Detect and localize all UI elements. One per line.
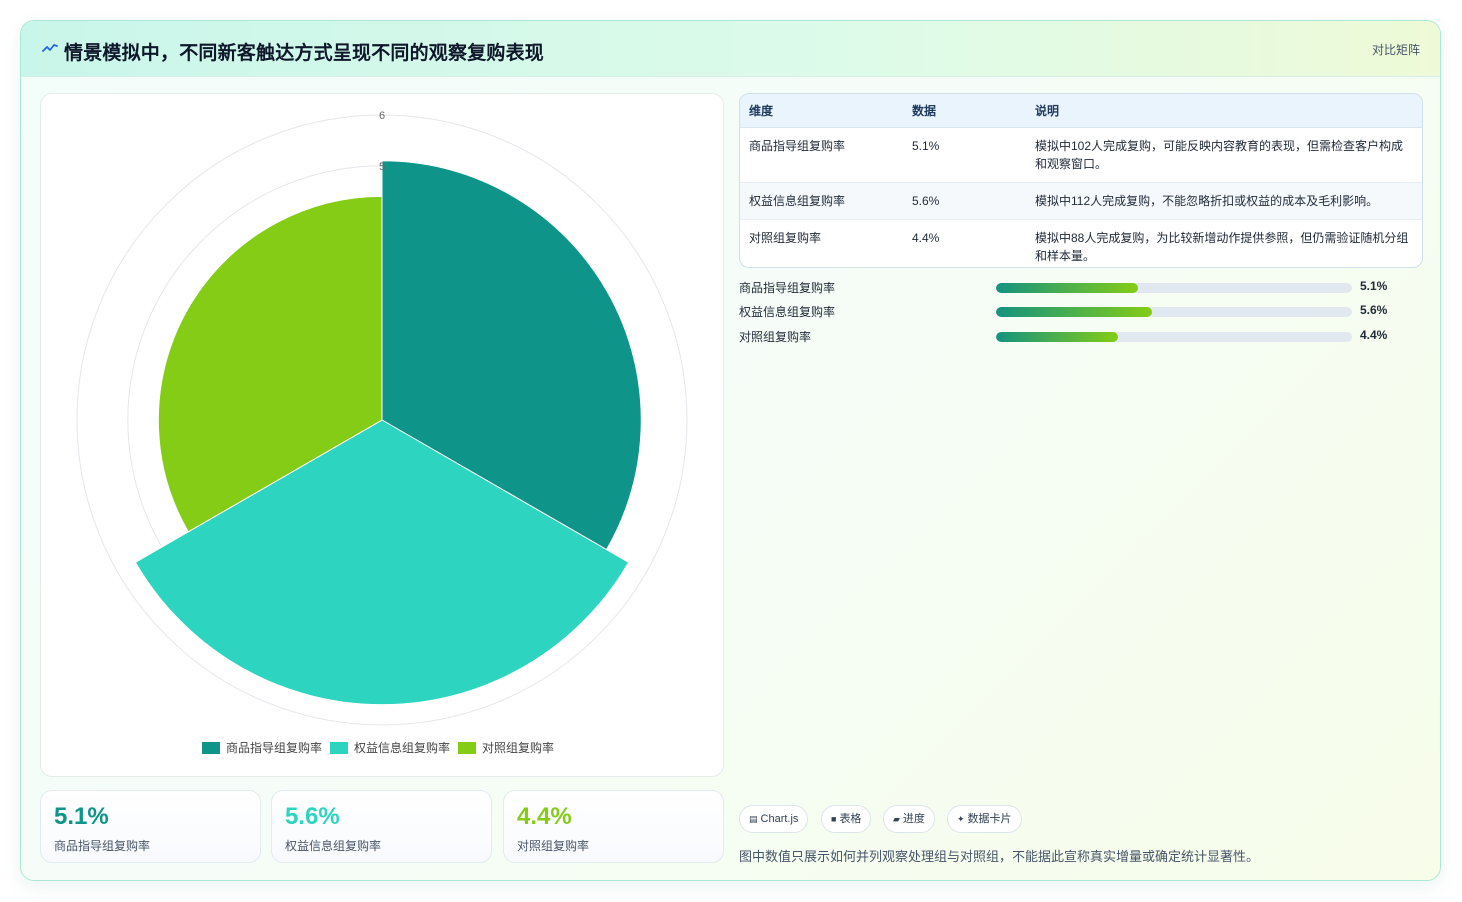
legend-swatch — [458, 742, 476, 754]
chip-label: 进度 — [902, 813, 925, 825]
chip-progress[interactable]: ▰ 进度 — [883, 805, 935, 833]
column-header: 说明 — [1026, 94, 1422, 128]
page-title: 情景模拟中，不同新客触达方式呈现不同的观察复购表现 — [64, 43, 545, 64]
trend-line-icon — [42, 44, 58, 52]
table-icon: ■ — [831, 814, 837, 824]
chart-panel: 5 6 商品指导组复购率 权益信息组复购率 对照组复购率 — [40, 93, 724, 777]
cell-data: 5.6% — [903, 182, 1026, 220]
progress-value: 4.4% — [1360, 328, 1388, 342]
cell-dimension: 权益信息组复购率 — [740, 182, 903, 220]
progress-row: 权益信息组复购率 5.6% — [739, 303, 1423, 321]
footnote: 图中数值只展示如何并列观察处理组与对照组，不能据此宣称真实增量或确定统计显著性。 — [739, 849, 1260, 864]
table-row: 商品指导组复购率 5.1% 模拟中102人完成复购，可能反映内容教育的表现，但需… — [740, 127, 1422, 183]
cell-description: 模拟中88人完成复购，为比较新增动作提供参照，但仍需验证随机分组和样本量。 — [1035, 230, 1409, 263]
stat-card: 5.1% 商品指导组复购率 — [40, 790, 261, 863]
table-row: 权益信息组复购率 5.6% 模拟中112人完成复购，不能忽略折扣或权益的成本及毛… — [740, 182, 1422, 220]
progress-row: 商品指导组复购率 5.1% — [739, 279, 1423, 297]
progress-label: 权益信息组复购率 — [739, 305, 836, 319]
chip-label: Chart.js — [760, 813, 799, 825]
legend-label: 商品指导组复购率 — [226, 740, 322, 755]
cell-dimension: 商品指导组复购率 — [740, 127, 903, 183]
progress-label: 对照组复购率 — [739, 330, 812, 344]
cell-data: 5.1% — [903, 127, 1026, 183]
cell-description: 模拟中112人完成复购，不能忽略折扣或权益的成本及毛利影响。 — [1026, 182, 1422, 220]
progress-fill — [996, 307, 1152, 317]
cell-description: 模拟中102人完成复购，可能反映内容教育的表现，但需检查客户构成和观察窗口。 — [1026, 127, 1422, 183]
stat-label: 商品指导组复购率 — [54, 839, 151, 853]
progress-value: 5.1% — [1360, 279, 1388, 293]
column-header: 维度 — [740, 94, 903, 128]
chip-data-card[interactable]: ✦ 数据卡片 — [947, 805, 1022, 833]
progress-row: 对照组复购率 4.4% — [739, 328, 1423, 346]
cell-dimension: 对照组复购率 — [749, 230, 822, 245]
chip-table[interactable]: ■ 表格 — [821, 805, 872, 833]
r-tick-label: 5 — [379, 161, 385, 173]
legend-label: 权益信息组复购率 — [354, 740, 450, 755]
stat-value: 5.1% — [54, 803, 109, 830]
card-icon: ✦ — [957, 814, 965, 824]
chip-label: 表格 — [839, 813, 862, 825]
card-header: 情景模拟中，不同新客触达方式呈现不同的观察复购表现 对比矩阵 — [21, 21, 1440, 77]
chip-chartjs[interactable]: ▤ Chart.js — [739, 805, 809, 833]
chart-icon: ▤ — [749, 814, 758, 824]
progress-value: 5.6% — [1360, 303, 1388, 317]
legend-label: 对照组复购率 — [482, 740, 554, 755]
stat-value: 5.6% — [285, 803, 340, 830]
progress-fill — [996, 283, 1138, 293]
legend-swatch — [202, 742, 220, 754]
progress-icon: ▰ — [893, 814, 900, 824]
table-row: 对照组复购率 4.4% 模拟中88人完成复购，为比较新增动作提供参照，但仍需验证… — [740, 219, 1422, 267]
column-header: 数据 — [903, 94, 1026, 128]
data-table: 维度 数据 说明 商品指导组复购率 5.1% 模拟中102人完成复购，可能反映内… — [739, 93, 1423, 268]
progress-track — [996, 332, 1352, 342]
chip-label: 数据卡片 — [967, 813, 1012, 825]
progress-track — [996, 283, 1352, 293]
stat-label: 对照组复购率 — [517, 839, 590, 853]
main-card: 情景模拟中，不同新客触达方式呈现不同的观察复购表现 对比矩阵 5 6 商品指导组复购… — [20, 20, 1441, 881]
stat-label: 权益信息组复购率 — [285, 839, 382, 853]
legend-swatch — [330, 742, 348, 754]
progress-fill — [996, 332, 1119, 342]
stat-value: 4.4% — [517, 803, 572, 830]
stat-card: 5.6% 权益信息组复购率 — [271, 790, 492, 863]
stat-card: 4.4% 对照组复购率 — [503, 790, 724, 863]
polar-area-chart: 5 6 商品指导组复购率 权益信息组复购率 对照组复购率 — [76, 110, 688, 755]
header-tag: 对比矩阵 — [1371, 43, 1420, 57]
cell-data: 4.4% — [912, 230, 940, 245]
progress-label: 商品指导组复购率 — [739, 281, 836, 295]
progress-track — [996, 307, 1352, 317]
r-tick-label: 6 — [379, 110, 385, 122]
